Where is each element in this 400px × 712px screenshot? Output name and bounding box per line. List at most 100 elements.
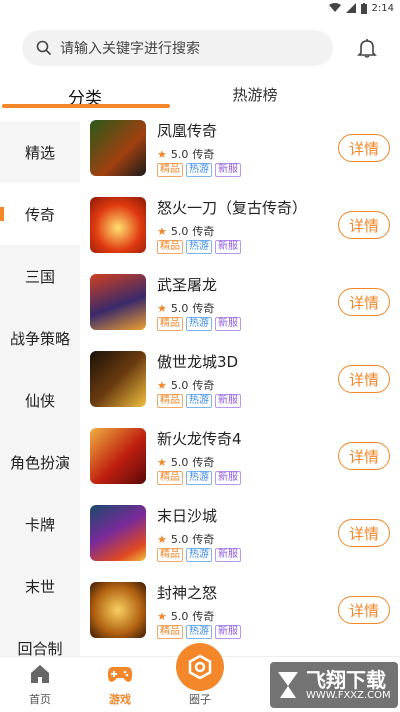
rating-value: 5.0 [170,378,189,392]
game-genre: 传奇 [192,610,215,623]
sidebar-item-label: 战争策略 [9,329,70,348]
star-icon: ★ [157,455,167,469]
detail-button[interactable]: 详情 [338,134,390,162]
watermark-text: 飞翔下载 [306,668,386,692]
tag-hot: 热游 [186,163,212,177]
tag-group: 精品 热游 新服 [157,163,241,177]
star-icon: ★ [157,301,167,315]
sidebar-item-featured[interactable]: 精选 [0,121,80,183]
tag-new-server: 新服 [215,317,241,331]
tag-new-server: 新服 [215,240,241,254]
nav-home[interactable]: 首页 [5,657,75,712]
game-icon [90,120,146,176]
tag-premium: 精品 [157,625,183,639]
tag-hot: 热游 [186,317,212,331]
rating-value: 5.0 [170,301,189,315]
tab-hot-games[interactable]: 热游榜 [210,84,300,110]
star-icon: ★ [157,532,167,546]
search-input[interactable]: 请输入关键字进行搜索 [22,30,333,66]
tag-hot: 热游 [186,394,212,408]
watermark: 飞翔下载 WWW.FXXZ.COM [270,662,398,708]
game-icon [90,582,146,638]
game-genre: 传奇 [192,533,215,546]
tag-new-server: 新服 [215,471,241,485]
game-name: 武圣屠龙 [157,276,218,294]
game-rating: ★ 5.0 传奇 [157,300,214,316]
game-name: 封神之怒 [157,584,218,602]
rating-value: 5.0 [170,609,189,623]
tag-new-server: 新服 [215,548,241,562]
sidebar-item-label: 三国 [24,267,55,286]
tag-group: 精品 热游 新服 [157,625,241,639]
bell-icon[interactable] [355,36,379,60]
list-item[interactable]: 怒火一刀（复古传奇） ★ 5.0 传奇 精品 热游 新服 详情 [80,189,400,266]
sidebar-item-apocalypse[interactable]: 末世 [0,555,80,617]
sidebar-item-label: 角色扮演 [9,453,70,472]
tag-group: 精品 热游 新服 [157,394,241,408]
game-rating: ★ 5.0 传奇 [157,454,214,470]
detail-button[interactable]: 详情 [338,288,390,316]
tag-new-server: 新服 [215,394,241,408]
game-name: 怒火一刀（复古传奇） [157,199,308,217]
game-icon [90,351,146,407]
tag-hot: 热游 [186,240,212,254]
list-item[interactable]: 傲世龙城3D ★ 5.0 传奇 精品 热游 新服 详情 [80,343,400,420]
nav-community[interactable]: 圈子 [165,643,235,712]
game-icon [90,428,146,484]
tab-indicator [2,104,170,108]
sidebar-item-label: 回合制 [17,639,63,657]
nav-games[interactable]: 游戏 [85,657,155,712]
search-placeholder: 请输入关键字进行搜索 [60,41,200,57]
game-genre: 传奇 [192,225,215,238]
detail-button[interactable]: 详情 [338,519,390,547]
detail-button[interactable]: 详情 [338,211,390,239]
sidebar-item-card[interactable]: 卡牌 [0,493,80,555]
tag-group: 精品 热游 新服 [157,548,241,562]
game-rating: ★ 5.0 传奇 [157,377,214,393]
list-item[interactable]: 末日沙城 ★ 5.0 传奇 精品 热游 新服 详情 [80,497,400,574]
status-bar: 2:14 [0,0,400,16]
sidebar-item-turn-based[interactable]: 回合制 [0,617,80,657]
game-genre: 传奇 [192,302,215,315]
sidebar-item-strategy[interactable]: 战争策略 [0,307,80,369]
list-item[interactable]: 武圣屠龙 ★ 5.0 传奇 精品 热游 新服 详情 [80,266,400,343]
tag-group: 精品 热游 新服 [157,240,241,254]
tag-hot: 热游 [186,625,212,639]
sidebar-item-label: 卡牌 [24,515,55,534]
status-time: 2:14 [371,2,394,14]
nav-label: 首页 [29,693,51,706]
sidebar-item-rpg[interactable]: 角色扮演 [0,431,80,493]
detail-button[interactable]: 详情 [338,442,390,470]
sidebar-item-legend[interactable]: 传奇 [0,183,80,245]
game-rating: ★ 5.0 传奇 [157,531,214,547]
tag-premium: 精品 [157,163,183,177]
star-icon: ★ [157,378,167,392]
list-item[interactable]: 凤凰传奇 ★ 5.0 传奇 精品 热游 新服 详情 [80,112,400,189]
watermark-logo-icon [278,672,298,698]
tag-premium: 精品 [157,240,183,254]
sidebar-item-three-kingdoms[interactable]: 三国 [0,245,80,307]
tag-premium: 精品 [157,548,183,562]
game-name: 末日沙城 [157,507,218,525]
game-rating: ★ 5.0 传奇 [157,223,214,239]
game-rating: ★ 5.0 传奇 [157,146,214,162]
tag-group: 精品 热游 新服 [157,317,241,331]
game-icon [90,274,146,330]
game-rating: ★ 5.0 传奇 [157,608,214,624]
detail-button[interactable]: 详情 [338,596,390,624]
wifi-icon [328,3,341,12]
tag-premium: 精品 [157,394,183,408]
sidebar-item-label: 仙侠 [24,391,55,410]
active-indicator [0,207,4,221]
game-icon [90,505,146,561]
detail-button[interactable]: 详情 [338,365,390,393]
game-name: 傲世龙城3D [157,353,239,371]
sidebar-item-xianxia[interactable]: 仙侠 [0,369,80,431]
nav-label: 游戏 [109,693,131,706]
tag-premium: 精品 [157,317,183,331]
nav-label: 圈子 [189,693,211,706]
search-icon [36,40,52,56]
list-item[interactable]: 新火龙传奇4 ★ 5.0 传奇 精品 热游 新服 详情 [80,420,400,497]
sidebar-item-label: 精选 [24,143,55,162]
list-item[interactable]: 封神之怒 ★ 5.0 传奇 精品 热游 新服 详情 [80,574,400,651]
